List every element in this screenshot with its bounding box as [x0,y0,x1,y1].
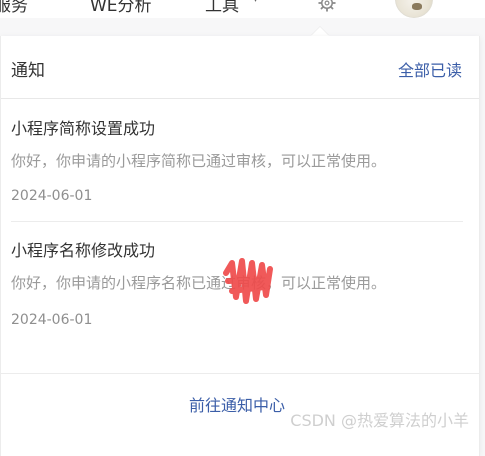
redaction-scribble [218,255,278,307]
divider [11,221,463,222]
page-title: 通知 [11,56,45,81]
notification-date: 2024-06-01 [11,186,463,206]
nav-item-services[interactable]: 服务 [0,0,28,16]
nav-item-we-analytics[interactable]: WE分析 [90,0,152,16]
mark-all-read-link[interactable]: 全部已读 [398,57,462,81]
watermark: CSDN @热爱算法的小羊 [290,407,469,431]
notification-body: 你好，你申请的小程序简称已通过审核，可以正常使用。 [11,148,463,174]
notification-item[interactable]: 小程序简称设置成功 你好，你申请的小程序简称已通过审核，可以正常使用。 2024… [11,118,463,206]
notification-date: 2024-06-01 [11,310,463,330]
notification-header: 通知 全部已读 [1,36,479,99]
nav-item-tools[interactable]: 工具 [205,0,239,16]
top-navigation-bar: 服务 WE分析 工具 ▾ [0,0,485,18]
popover-arrow [311,27,329,36]
avatar[interactable] [395,0,433,18]
notification-title: 小程序简称设置成功 [11,118,463,140]
gear-icon[interactable] [318,0,336,12]
chevron-down-icon: ▾ [253,0,258,5]
notification-popover: 通知 全部已读 小程序简称设置成功 你好，你申请的小程序简称已通过审核，可以正常… [0,36,480,456]
divider [1,373,479,374]
